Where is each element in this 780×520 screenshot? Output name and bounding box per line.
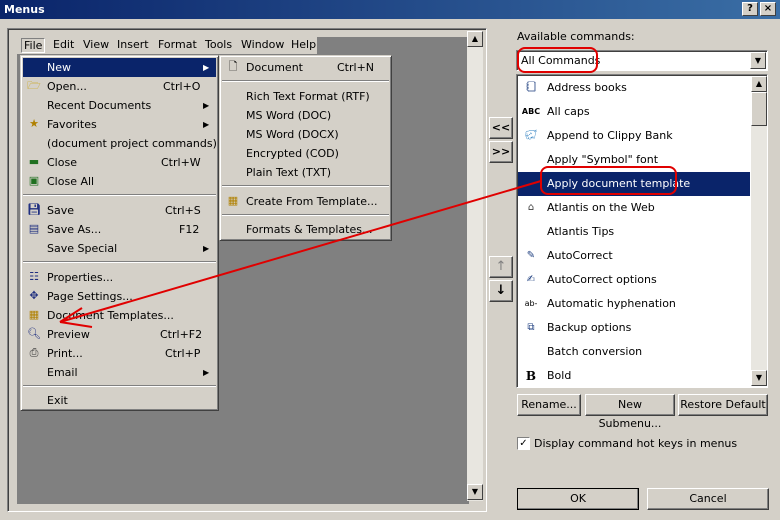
annotation-arrow [59,180,542,328]
annotation-arrow-line [59,180,542,323]
